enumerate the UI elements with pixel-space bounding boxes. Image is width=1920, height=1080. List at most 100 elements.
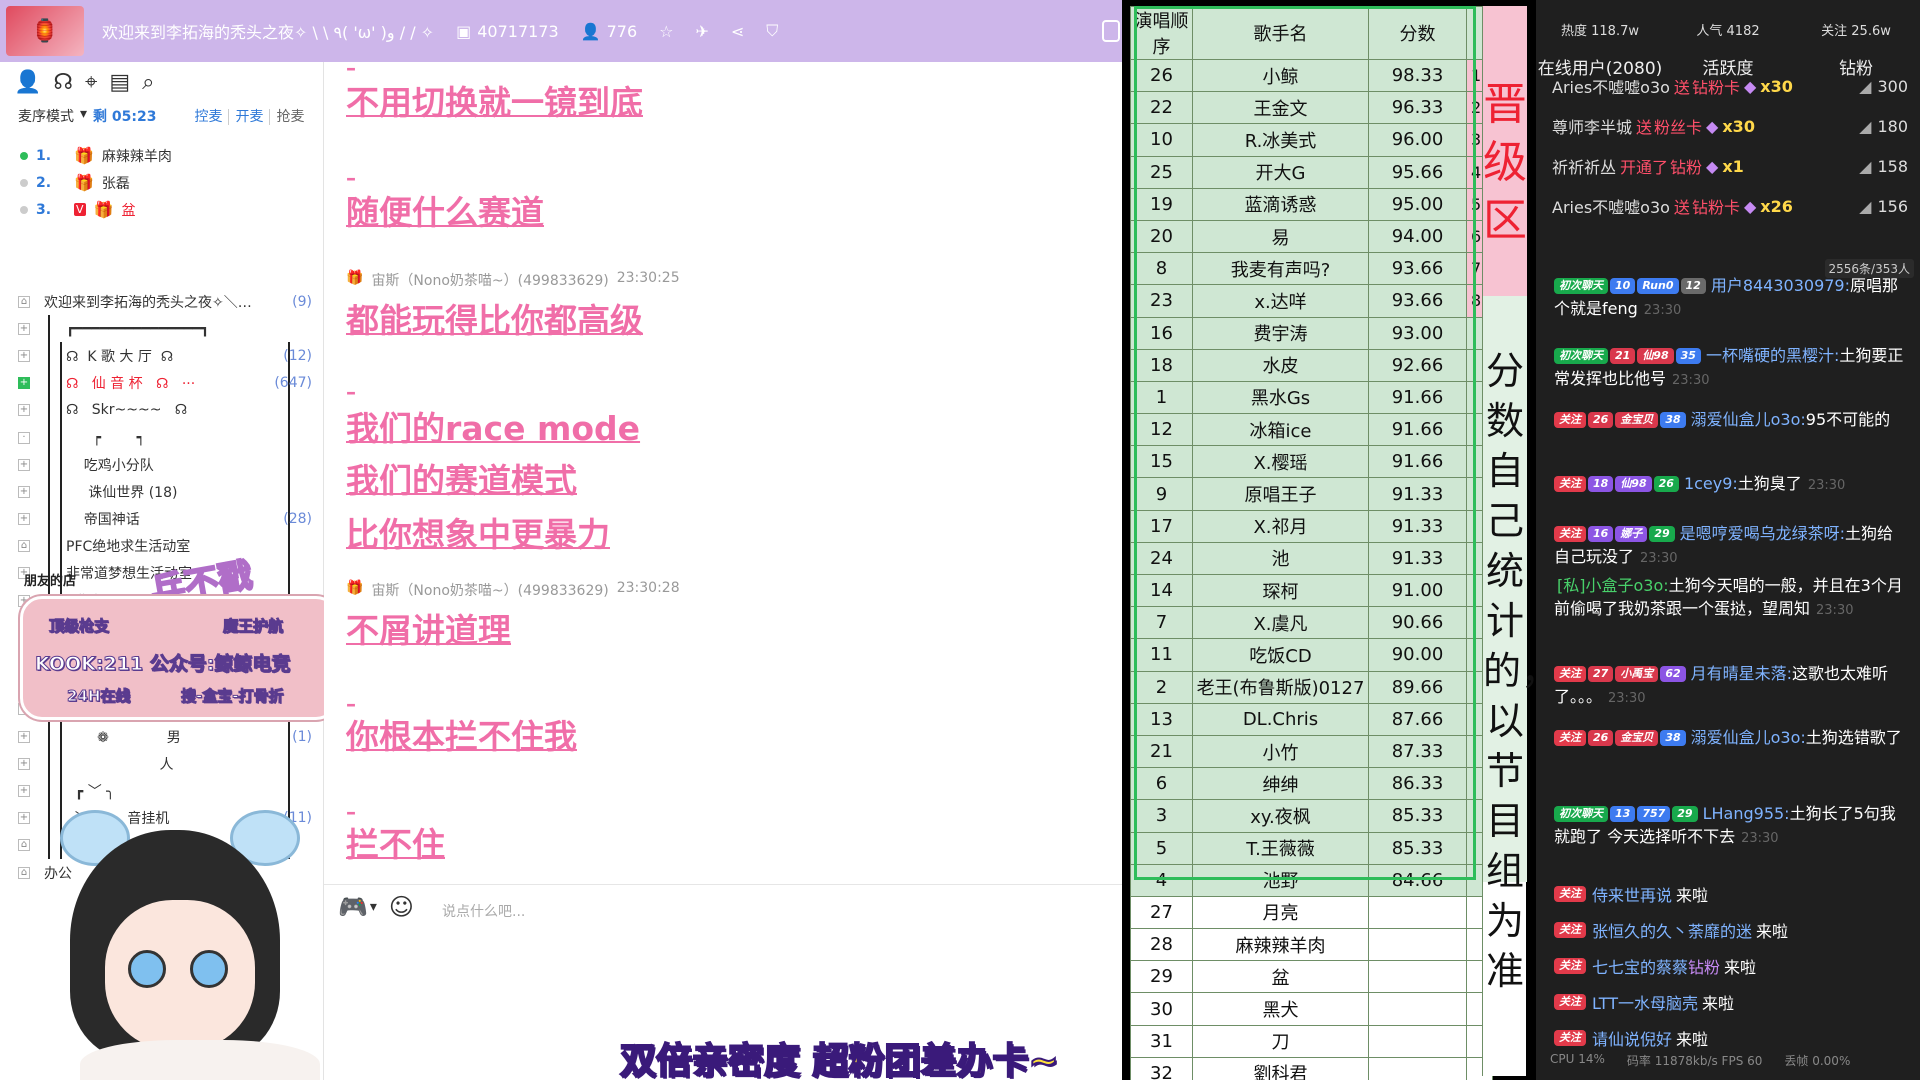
gem-icon: ◆ bbox=[1743, 196, 1757, 216]
pending-row: 28 麻辣辣羊肉 bbox=[1130, 928, 1493, 962]
window-edge-button[interactable] bbox=[1102, 20, 1120, 42]
channel-item[interactable]: · ┍ ┑ bbox=[18, 423, 318, 452]
follow-badge: 关注 bbox=[1554, 886, 1586, 902]
gift-row: Aries不嘘嘘o3o 送钻粉卡 ◆ x30 ◢ 300 bbox=[1536, 80, 1920, 106]
queue-item[interactable]: 1. 🎁 麻辣辣羊肉 bbox=[20, 142, 172, 169]
singer-name: R.冰美式 bbox=[1192, 123, 1369, 157]
ad-card[interactable]: 顶级枪支 魔王护航 KOOK:211 公众号:鲸鲸电竞 24H在线 搜-盒宝-打… bbox=[20, 596, 338, 720]
mic-mode-dropdown[interactable]: 麦序模式 bbox=[18, 106, 74, 126]
shield-icon[interactable]: ⛉ bbox=[766, 21, 778, 41]
expand-icon[interactable]: + bbox=[18, 812, 30, 825]
gift-user[interactable]: Aries不嘘嘘o3o bbox=[1552, 80, 1670, 98]
expand-icon[interactable]: + bbox=[18, 730, 30, 743]
tree-line bbox=[288, 750, 290, 778]
chat-nick[interactable]: 溺爱仙盒儿o3o: bbox=[1691, 410, 1806, 429]
chevron-down-icon[interactable]: ▾ bbox=[80, 106, 87, 126]
headset-icon[interactable]: ☊ bbox=[53, 70, 73, 95]
channel-item[interactable]: + ☊ K 歌 大 厅 ☊ (12) bbox=[18, 342, 318, 370]
channel-item[interactable]: + 诛仙世界 (18) bbox=[18, 478, 318, 506]
grab-mic-button[interactable]: 抢麦 bbox=[270, 109, 310, 125]
tab-diamond-fans[interactable]: 钻粉 bbox=[1792, 54, 1920, 79]
gift-icon: 🎁 bbox=[74, 146, 94, 165]
expand-icon[interactable]: + bbox=[18, 404, 30, 417]
expand-icon[interactable]: ⌂ bbox=[18, 540, 30, 553]
chat-nick[interactable]: 月有晴星未落: bbox=[1691, 664, 1792, 683]
chat-input[interactable]: 说点什么吧... bbox=[442, 901, 525, 921]
enter-nick[interactable]: 七七宝的蔡蔡 bbox=[1592, 954, 1688, 978]
share-icon[interactable]: ⋖ bbox=[731, 22, 744, 41]
channel-item[interactable]: + ┏━━━━━━━━━━━━━━━┓ bbox=[18, 315, 318, 343]
avatar-eye-left bbox=[128, 950, 166, 988]
gift-user[interactable]: Aries不嘘嘘o3o bbox=[1552, 194, 1670, 218]
expand-icon[interactable]: + bbox=[18, 349, 30, 362]
gift-item: 粉丝卡 bbox=[1654, 118, 1703, 137]
chevron-down-icon[interactable]: ▾ bbox=[370, 899, 377, 921]
chat-message-line: 你根本拦不住我 bbox=[346, 717, 577, 756]
gamepad-icon[interactable]: 🎮 bbox=[338, 893, 368, 921]
gift-user[interactable]: 尊师李半城 bbox=[1552, 114, 1632, 138]
expand-icon[interactable]: + bbox=[18, 322, 30, 335]
chat-nick[interactable]: 用户8443030979: bbox=[1711, 276, 1850, 295]
queue-item[interactable]: 3. V 🎁 盆 bbox=[20, 196, 172, 223]
location-icon[interactable]: ⌖ bbox=[85, 70, 97, 95]
enter-row: 关注 七七宝的蔡蔡 钻粉 来啦 bbox=[1536, 948, 1920, 984]
search-icon[interactable]: ⌕ bbox=[142, 70, 154, 95]
user-badge: 关注 bbox=[1554, 666, 1586, 682]
singer-name: 小竹 bbox=[1192, 734, 1369, 769]
channel-item[interactable]: + ☊ Skr~~~~ ☊ bbox=[18, 396, 318, 424]
control-mic-button[interactable]: 控麦 bbox=[188, 109, 230, 125]
user-icon[interactable]: 👤 bbox=[14, 70, 41, 95]
enter-nick[interactable]: LTT一水母脑壳 bbox=[1592, 990, 1698, 1014]
channel-item[interactable]: + 人 bbox=[18, 750, 318, 778]
message-user[interactable]: 宙斯（Nono奶茶喵~）(499833629) bbox=[371, 580, 608, 600]
room-logo[interactable]: 🏮 bbox=[6, 6, 84, 56]
singer-name: x.达咩 bbox=[1192, 284, 1369, 318]
chat-nick[interactable]: LHang955: bbox=[1703, 804, 1790, 823]
pending-row: 30 黑犬 bbox=[1130, 992, 1493, 1026]
chat-nick[interactable]: 是嗯哼爱喝乌龙绿茶呀: bbox=[1680, 524, 1845, 543]
tab-activity[interactable]: 活跃度 bbox=[1664, 54, 1792, 79]
gem-icon: ◆ bbox=[1706, 156, 1719, 176]
expand-icon[interactable]: ⌂ bbox=[18, 295, 30, 308]
expand-icon[interactable]: · bbox=[18, 431, 30, 444]
chat-time: 23:30 bbox=[1640, 551, 1678, 566]
channel-item[interactable]: + 帝国神话 (28) bbox=[18, 505, 318, 533]
enter-nick[interactable]: 张恒久的久丶荼靡的迷 bbox=[1592, 918, 1752, 942]
score-row: 22 王金文 96.33 2 bbox=[1130, 91, 1493, 125]
expand-icon[interactable]: + bbox=[18, 485, 30, 498]
chat-nick[interactable]: 1cey9: bbox=[1684, 474, 1738, 493]
chat-nick[interactable]: [私]小盒子o3o: bbox=[1557, 576, 1669, 595]
plane-icon[interactable]: ✈ bbox=[695, 22, 708, 41]
channel-item[interactable]: ⌂ PFC绝地求生活动室 bbox=[18, 532, 318, 560]
enter-nick[interactable]: 侍来世再说 bbox=[1592, 882, 1672, 906]
chat-nick[interactable]: 一杯嘴硬的黑樱汁: bbox=[1706, 346, 1839, 365]
emoji-icon[interactable]: ☺ bbox=[389, 893, 414, 921]
singer-name: 水皮 bbox=[1192, 348, 1369, 382]
open-mic-button[interactable]: 开麦 bbox=[229, 109, 271, 125]
expand-icon[interactable]: ⌂ bbox=[18, 866, 30, 879]
chat-nick[interactable]: 溺爱仙盒儿o3o: bbox=[1691, 728, 1806, 747]
enter-nick[interactable]: 请仙说倪好 bbox=[1592, 1026, 1672, 1050]
expand-icon[interactable]: + bbox=[18, 458, 30, 471]
expand-icon[interactable]: + bbox=[18, 377, 30, 390]
channel-item[interactable]: ⌂ 欢迎来到李拓海的秃头之夜✧＼… (9) bbox=[18, 288, 318, 315]
channel-item[interactable]: + ☊ 仙 音 杯 ☊ ··· (647) bbox=[18, 369, 318, 397]
gift-user[interactable]: 祈祈祈丛 bbox=[1552, 154, 1616, 178]
singing-order: 18 bbox=[1130, 348, 1193, 382]
expand-icon[interactable]: + bbox=[18, 784, 30, 797]
user-badge: 26 bbox=[1653, 476, 1679, 492]
queue-item[interactable]: 2. 🎁 张磊 bbox=[20, 169, 172, 196]
favorite-icon[interactable]: ☆ bbox=[659, 22, 673, 41]
board-icon[interactable]: ▤ bbox=[109, 70, 130, 95]
expand-icon[interactable]: ⌂ bbox=[18, 839, 30, 852]
enter-row: 关注 张恒久的久丶荼靡的迷 来啦 bbox=[1536, 912, 1920, 948]
message-user[interactable]: 宙斯（Nono奶茶喵~）(499833629) bbox=[371, 270, 608, 290]
channel-item[interactable]: + 吃鸡小分队 bbox=[18, 451, 318, 479]
expand-icon[interactable]: + bbox=[18, 757, 30, 770]
singing-order: 3 bbox=[1130, 799, 1193, 833]
expand-icon[interactable]: + bbox=[18, 513, 30, 526]
user-badge: 关注 bbox=[1554, 476, 1586, 492]
channel-item[interactable]: + ❁ 男 (1) bbox=[18, 723, 318, 751]
tab-online-users[interactable]: 在线用户(2080) bbox=[1536, 54, 1664, 79]
singer-name: 我麦有声吗? bbox=[1192, 252, 1369, 286]
